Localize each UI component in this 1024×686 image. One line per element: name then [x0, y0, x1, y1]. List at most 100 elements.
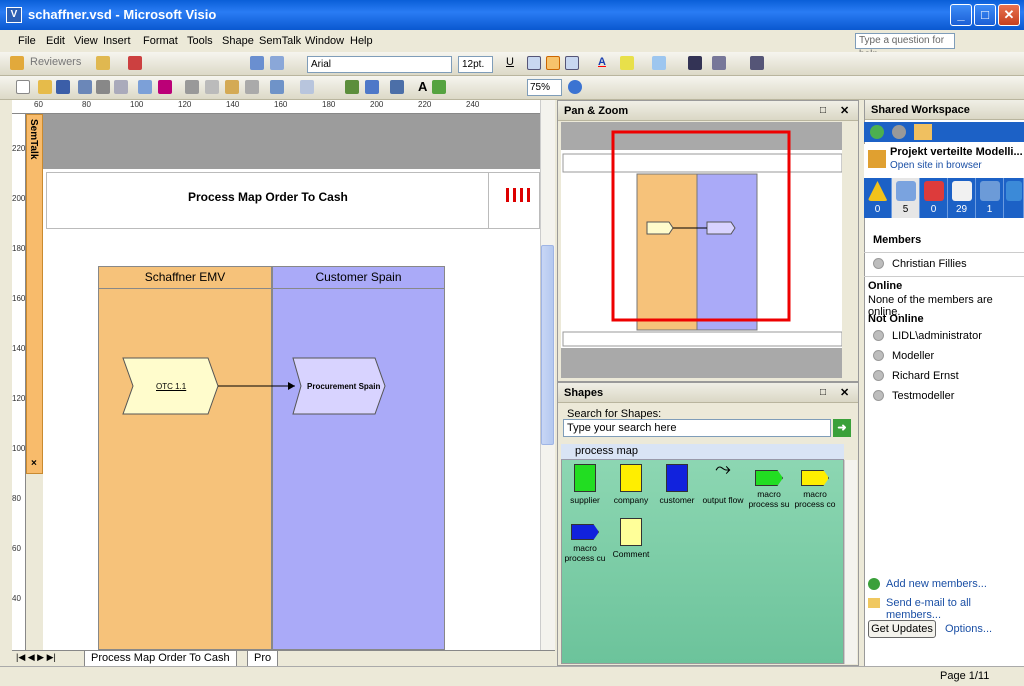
search-go-button[interactable]: ➜ [833, 419, 851, 437]
member-item[interactable]: Modeller [873, 350, 934, 362]
stencil-shape[interactable]: macro process cu [560, 518, 610, 563]
help-search-input[interactable]: Type a question for help [855, 33, 955, 60]
print-preview-icon[interactable] [114, 80, 128, 94]
menu-window[interactable]: Window [305, 35, 344, 47]
visio-icon[interactable]: V [6, 7, 22, 23]
line-color-icon[interactable] [620, 56, 634, 70]
menu-help[interactable]: Help [350, 35, 373, 47]
shapes-window-icon[interactable] [345, 80, 359, 94]
open-site-link[interactable]: Open site in browser [890, 160, 982, 171]
menu-view[interactable]: View [74, 35, 98, 47]
minimize-button[interactable]: _ [950, 4, 972, 26]
back-icon[interactable] [870, 125, 884, 139]
permission-icon[interactable] [78, 80, 92, 94]
otc-label[interactable]: OTC 1.1 [156, 382, 186, 391]
redo-icon[interactable] [300, 80, 314, 94]
stencil-shape[interactable]: macro process co [790, 464, 840, 509]
stencil-title[interactable]: process map [561, 444, 844, 460]
home-icon[interactable] [914, 124, 932, 140]
restore-icon[interactable]: □ [820, 387, 826, 398]
restore-icon[interactable]: □ [820, 105, 826, 116]
line-ends-icon[interactable] [750, 56, 764, 70]
member-item[interactable]: LIDL\administrator [873, 330, 982, 342]
zoom-select[interactable]: 75% [527, 79, 562, 96]
stencil-scrollbar[interactable] [844, 460, 857, 664]
get-updates-button[interactable]: Get Updates [868, 620, 936, 638]
procurement-label[interactable]: Procurement Spain [307, 382, 380, 391]
stencil-shape[interactable]: company [606, 464, 656, 505]
markup-pane-icon[interactable] [270, 56, 284, 70]
stencil-shape[interactable]: supplier [560, 464, 610, 505]
copy-icon[interactable] [205, 80, 219, 94]
menu-semtalk[interactable]: SemTalk [259, 35, 301, 47]
menu-edit[interactable]: Edit [46, 35, 65, 47]
line-pattern-icon[interactable] [712, 56, 726, 70]
page-tab-process-map[interactable]: Process Map Order To Cash [84, 651, 237, 667]
close-icon[interactable]: ✕ [840, 104, 849, 117]
spelling-icon[interactable] [138, 80, 152, 94]
menu-insert[interactable]: Insert [103, 35, 131, 47]
align-right-icon[interactable] [565, 56, 579, 70]
send-email-link[interactable]: Send e-mail to all members... [886, 597, 1024, 621]
stencil-shape[interactable]: ⤳ output flow [698, 459, 748, 505]
tab-documents[interactable]: 29 [948, 178, 976, 218]
stencil-shape[interactable]: macro process su [744, 464, 794, 509]
reviewers-button[interactable]: Reviewers [30, 56, 81, 72]
new-icon[interactable] [16, 80, 30, 94]
page-tab-pro[interactable]: Pro [247, 651, 279, 667]
tab-links[interactable]: 1 [976, 178, 1004, 218]
tab-tasks[interactable]: 0 [920, 178, 948, 218]
drawing-canvas[interactable]: Process Map Order To Cash Schaffner EMV … [43, 114, 540, 650]
print-icon[interactable] [96, 80, 110, 94]
font-size-select[interactable]: 12pt. [458, 56, 493, 73]
track-changes-icon[interactable] [128, 56, 142, 70]
menu-format[interactable]: Format [143, 35, 178, 47]
research-icon[interactable] [158, 80, 172, 94]
undo-icon[interactable] [270, 80, 284, 94]
folder-icon[interactable] [96, 56, 110, 70]
text-tool-icon[interactable]: A [418, 79, 427, 95]
semtalk-close-icon[interactable]: × [31, 458, 37, 469]
save-icon[interactable] [56, 80, 70, 94]
options-link[interactable]: Options... [945, 623, 992, 635]
connector-tool-icon[interactable] [390, 80, 404, 94]
font-select[interactable]: Arial [307, 56, 452, 73]
member-item[interactable]: Testmodeller [873, 390, 954, 402]
open-icon[interactable] [38, 80, 52, 94]
fill-color-icon[interactable] [652, 56, 666, 70]
menu-tools[interactable]: Tools [187, 35, 213, 47]
paste-icon[interactable] [225, 80, 239, 94]
format-painter-icon[interactable] [245, 80, 259, 94]
close-icon[interactable]: ✕ [840, 386, 849, 399]
tab-members[interactable]: 5 [892, 178, 920, 218]
underline-icon[interactable]: U [506, 56, 514, 72]
help-icon[interactable] [568, 80, 582, 94]
line-tool-icon[interactable] [432, 80, 446, 94]
page-nav-arrows[interactable]: |◀ ◀ ▶ ▶| [16, 652, 56, 663]
shape-search-input[interactable]: Type your search here [563, 419, 831, 437]
zoom-slider[interactable] [843, 122, 857, 378]
pan-zoom-preview[interactable] [561, 122, 843, 348]
align-left-icon[interactable] [527, 56, 541, 70]
line-weight-icon[interactable] [688, 56, 702, 70]
scroll-thumb[interactable] [541, 245, 554, 445]
pointer-tool-icon[interactable] [365, 80, 379, 94]
forward-icon[interactable] [892, 125, 906, 139]
tab-status[interactable]: 0 [864, 178, 892, 218]
show-markup-icon[interactable] [250, 56, 264, 70]
align-center-icon[interactable] [546, 56, 560, 70]
supplier-swatch [574, 464, 596, 492]
menu-file[interactable]: File [18, 35, 36, 47]
cut-icon[interactable] [185, 80, 199, 94]
member-item[interactable]: Richard Ernst [873, 370, 959, 382]
menu-shape[interactable]: Shape [222, 35, 254, 47]
stencil-shape[interactable]: customer [652, 464, 702, 505]
member-owner[interactable]: Christian Fillies [873, 258, 967, 270]
close-button[interactable]: ✕ [998, 4, 1020, 26]
stencil-shape[interactable]: Comment [606, 518, 656, 559]
maximize-button[interactable]: □ [974, 4, 996, 26]
font-color-icon[interactable]: A [598, 56, 606, 72]
reviewing-icon[interactable] [10, 56, 24, 70]
tab-info[interactable] [1004, 178, 1024, 218]
add-members-link[interactable]: Add new members... [886, 578, 987, 590]
